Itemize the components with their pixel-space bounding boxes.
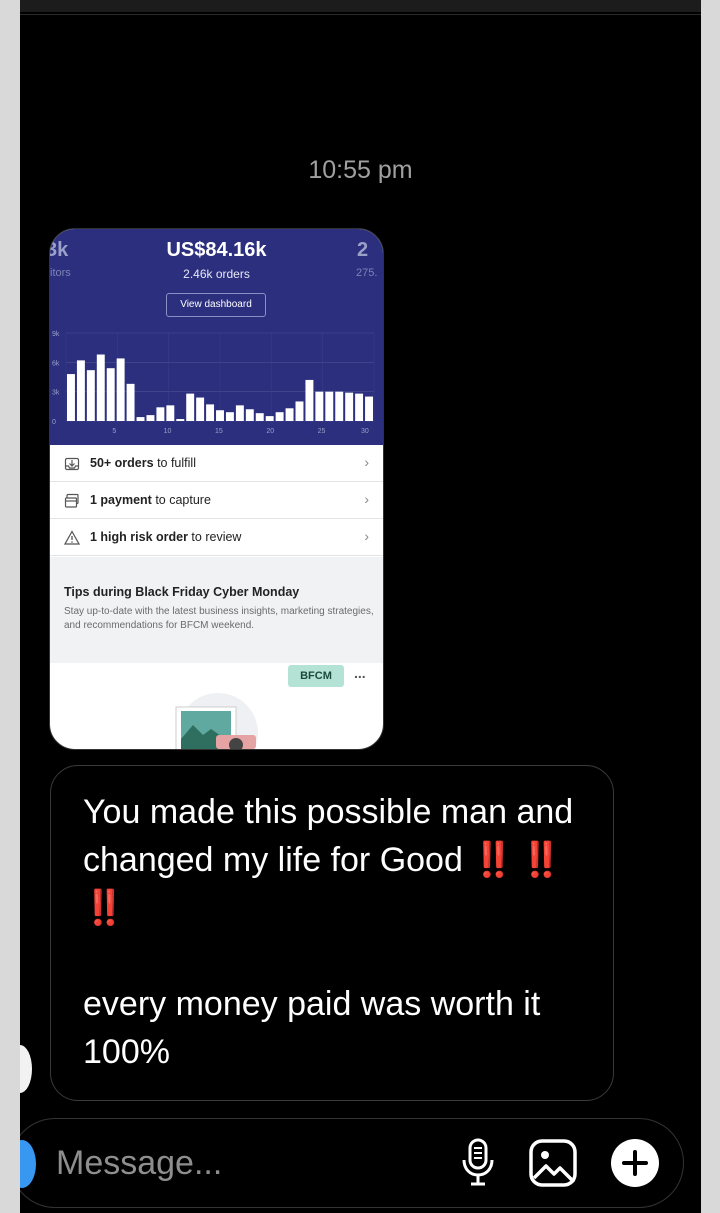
- chart-bar: [335, 391, 344, 421]
- x-tick-label: 15: [215, 428, 223, 435]
- message-timestamp: 10:55 pm: [308, 156, 413, 184]
- tips-title: Tips during Black Friday Cyber Monday: [64, 585, 300, 599]
- chart-bar: [255, 413, 264, 421]
- plus-icon[interactable]: [610, 1138, 660, 1188]
- chart-bar: [355, 393, 364, 421]
- message-input[interactable]: Message...: [56, 1144, 222, 1183]
- chat-screen: 10:55 pm 3k itors US$84.16k 2.46k orders…: [20, 0, 701, 1213]
- chart-bar: [126, 383, 135, 421]
- payment-icon: [64, 493, 79, 508]
- chart-bar: [285, 408, 294, 421]
- chart-bar: [275, 412, 284, 421]
- bfcm-badge: BFCM: [288, 665, 344, 687]
- chart-bar: [196, 397, 205, 421]
- chart-bar: [245, 409, 254, 421]
- chart-bar: [96, 354, 105, 421]
- x-tick-label: 25: [318, 428, 326, 435]
- y-tick-label: 6k: [52, 360, 60, 367]
- fulfill-icon: [64, 457, 80, 471]
- task-label: 1 payment to capture: [90, 493, 211, 507]
- chevron-right-icon: ›: [364, 491, 369, 507]
- chart-bar: [156, 407, 165, 421]
- chart-bar: [345, 392, 354, 421]
- chart-bar: [216, 410, 224, 421]
- x-tick-label: 5: [112, 428, 116, 435]
- warning-icon: [64, 530, 80, 545]
- chart-bar: [235, 405, 244, 421]
- kpi-right-value: 2: [357, 239, 369, 261]
- kpi-sales-value: US$84.16k: [166, 239, 267, 261]
- chart-bar: [225, 412, 234, 421]
- microphone-icon[interactable]: [460, 1138, 496, 1188]
- dashboard-header: 3k itors US$84.16k 2.46k orders 2 275. V…: [50, 229, 383, 445]
- chevron-right-icon: ›: [364, 528, 369, 544]
- sales-chart: 9k 6k 3k 0 5 10 15 20 25 30: [52, 331, 375, 435]
- camera-photo-icon: [175, 693, 258, 749]
- task-item-payment[interactable]: 1 payment to capture ›: [50, 482, 383, 519]
- message-text: You made this possible man and changed m…: [83, 793, 574, 1071]
- y-tick-label: 9k: [52, 331, 60, 338]
- avatar[interactable]: [20, 1045, 32, 1093]
- x-tick-label: 10: [164, 428, 172, 435]
- task-item-fulfill[interactable]: 50+ orders to fulfill ›: [50, 445, 383, 482]
- chart-bar: [206, 404, 215, 421]
- chart-bar: [186, 393, 195, 421]
- chart-bar: [86, 370, 95, 421]
- kpi-orders-count: 2.46k orders: [183, 267, 250, 281]
- task-list: 50+ orders to fulfill › 1 payment to cap…: [50, 445, 383, 556]
- chart-bar: [106, 368, 115, 421]
- chart-bar: [76, 360, 85, 421]
- x-tick-label: 20: [266, 428, 274, 435]
- kpi-right-sub: 275.: [356, 267, 378, 279]
- chart-bar: [146, 415, 155, 421]
- tips-body: Stay up-to-date with the latest business…: [64, 606, 374, 631]
- task-label: 50+ orders to fulfill: [90, 456, 196, 470]
- view-dashboard-button[interactable]: View dashboard: [166, 293, 266, 317]
- chevron-right-icon: ›: [364, 454, 369, 470]
- chart-bar: [315, 391, 324, 421]
- chart-bar: [365, 396, 373, 421]
- tips-card[interactable]: Tips during Black Friday Cyber Monday St…: [50, 557, 383, 663]
- y-tick-label: 0: [52, 419, 56, 426]
- divider: [20, 14, 701, 15]
- chart-bar: [325, 391, 334, 421]
- chart-bar: [166, 405, 175, 421]
- gallery-icon[interactable]: [528, 1138, 578, 1188]
- chart-bar: [305, 379, 314, 421]
- shared-screenshot[interactable]: 3k itors US$84.16k 2.46k orders 2 275. V…: [49, 228, 384, 750]
- task-item-risk[interactable]: 1 high risk order to review ›: [50, 519, 383, 556]
- chart-bar: [265, 416, 274, 421]
- more-options-icon[interactable]: ...: [354, 665, 366, 681]
- chart-bar: [176, 419, 185, 421]
- chart-bar: [67, 374, 75, 421]
- x-tick-label: 30: [361, 428, 369, 435]
- chart-bar: [136, 417, 145, 421]
- message-bubble[interactable]: You made this possible man and changed m…: [50, 765, 614, 1101]
- y-tick-label: 3k: [52, 390, 60, 397]
- chart-bar: [116, 358, 125, 421]
- chart-bar: [295, 401, 304, 421]
- top-bar: [20, 0, 701, 12]
- task-label: 1 high risk order to review: [90, 530, 242, 544]
